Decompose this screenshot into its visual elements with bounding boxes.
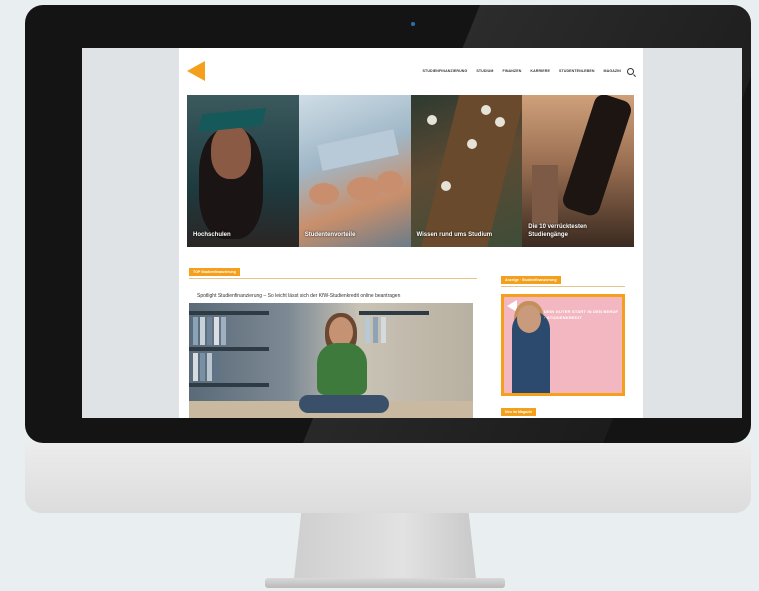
- section-divider: [189, 278, 477, 279]
- nav-item-finanzen[interactable]: FINANZEN: [502, 69, 521, 73]
- site-header: STUDIENFINANZIERUNG STUDIUM FINANZEN KAR…: [179, 48, 643, 94]
- plate-image: [494, 117, 505, 127]
- plate-image: [426, 115, 437, 125]
- money-image: [316, 129, 399, 171]
- nav-item-karriere[interactable]: KARRIERE: [530, 69, 550, 73]
- feature-tiles: Hochschulen Studentenvorteile Wissen run…: [187, 95, 634, 247]
- walking-image: [560, 95, 634, 218]
- monitor-frame: STUDIENFINANZIERUNG STUDIUM FINANZEN KAR…: [25, 5, 751, 443]
- book-image: [207, 353, 212, 381]
- ad-inner: DEIN GUTER START IN DEN BERUF · STUDIENK…: [504, 297, 622, 393]
- feature-caption: Studentenvorteile: [304, 232, 356, 238]
- sidebar-label-ad: Anzeige · Studienfinanzierung: [501, 276, 561, 284]
- main-navigation: STUDIENFINANZIERUNG STUDIUM FINANZEN KAR…: [423, 69, 621, 73]
- plate-image: [466, 139, 477, 149]
- feature-tile-hochschulen[interactable]: Hochschulen: [187, 95, 299, 247]
- book-image: [193, 353, 198, 381]
- feature-tile-studiengaenge[interactable]: Die 10 verrücktesten Studiengänge: [522, 95, 634, 247]
- shelf-image: [189, 311, 269, 315]
- plate-image: [440, 181, 451, 191]
- search-icon[interactable]: [627, 68, 634, 75]
- feature-tile-wissen[interactable]: Wissen rund ums Studium: [410, 95, 523, 247]
- book-image: [373, 317, 378, 343]
- book-image: [214, 317, 219, 345]
- hand-image: [308, 183, 339, 205]
- ad-text: DEIN GUTER START IN DEN BERUF · STUDIENK…: [544, 309, 619, 320]
- ad-person-image: [517, 305, 541, 333]
- book-image: [200, 353, 205, 381]
- nav-item-studium[interactable]: STUDIUM: [476, 69, 493, 73]
- book-image: [193, 317, 198, 345]
- book-image: [200, 317, 205, 345]
- tile-image-face: [211, 125, 251, 179]
- website: STUDIENFINANZIERUNG STUDIUM FINANZEN KAR…: [179, 48, 643, 418]
- person-image: [299, 395, 389, 413]
- hand-image: [346, 177, 381, 201]
- sidebar-label-magazin[interactable]: Neu im Magazin: [501, 408, 537, 416]
- site-logo[interactable]: [187, 61, 223, 81]
- sidebar-divider: [501, 286, 625, 287]
- nav-item-magazin[interactable]: MAGAZIN: [604, 69, 621, 73]
- monitor-stand-neck: [294, 513, 476, 579]
- post-title[interactable]: Spotlight Studienfinanzierung – So leich…: [197, 293, 477, 299]
- feature-tile-studentenvorteile[interactable]: Studentenvorteile: [298, 95, 411, 247]
- monitor-stand-base: [265, 578, 505, 588]
- shelf-image: [189, 383, 269, 387]
- book-image: [214, 353, 219, 381]
- building-image: [532, 165, 559, 225]
- book-image: [207, 317, 212, 345]
- feature-caption: Wissen rund ums Studium: [416, 232, 493, 238]
- nav-item-studienfinanzierung[interactable]: STUDIENFINANZIERUNG: [423, 69, 468, 73]
- section-label-top[interactable]: TOP Studienfinanzierung: [189, 268, 240, 276]
- book-image: [365, 317, 370, 343]
- shelf-image: [359, 311, 429, 315]
- monitor-chin: [25, 443, 751, 513]
- graduation-cap-icon: [197, 107, 267, 133]
- plate-image: [480, 105, 491, 115]
- feature-caption: Die 10 verrücktesten Studiengänge: [528, 224, 587, 238]
- shelf-image: [189, 347, 269, 351]
- book-image: [381, 317, 386, 343]
- sidebar-ad-banner[interactable]: DEIN GUTER START IN DEN BERUF · STUDIENK…: [501, 294, 625, 396]
- book-image: [221, 317, 226, 345]
- webcam: [411, 22, 415, 26]
- post-image[interactable]: [189, 303, 473, 418]
- screen: STUDIENFINANZIERUNG STUDIUM FINANZEN KAR…: [82, 48, 742, 418]
- logo-mark-icon: [187, 61, 205, 81]
- hand-image: [376, 171, 403, 193]
- feature-caption: Hochschulen: [193, 232, 231, 238]
- nav-item-studentenleben[interactable]: STUDENTENLEBEN: [559, 69, 595, 73]
- person-image: [317, 343, 367, 395]
